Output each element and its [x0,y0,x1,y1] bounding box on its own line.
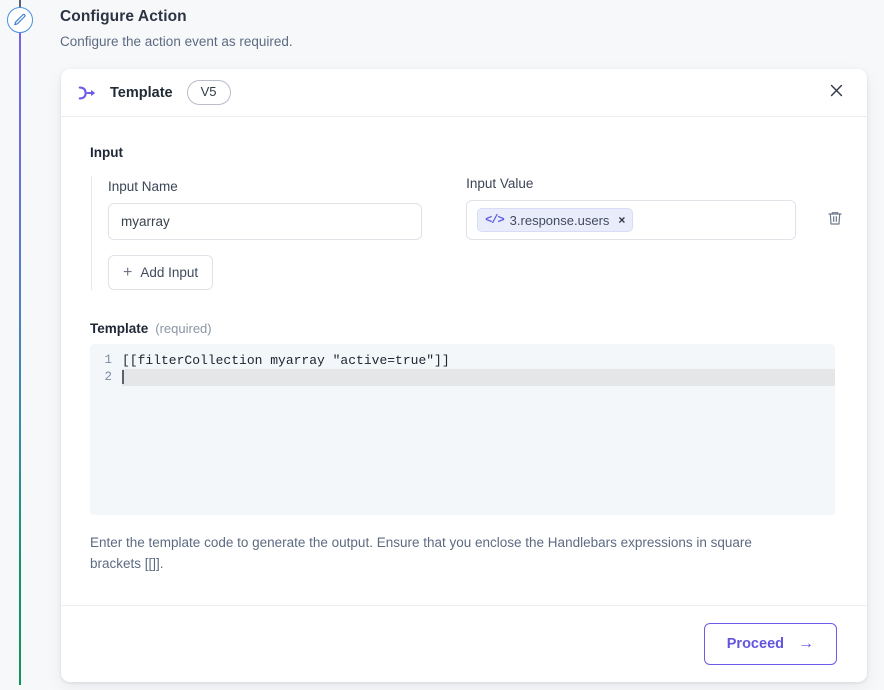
input-value-label: Input Value [466,176,534,191]
template-arrow-icon [76,82,98,104]
template-label-row: Template (required) [90,321,845,336]
input-row: Input Name myarray Input Value </> 3.res… [108,176,845,240]
page-title: Configure Action [60,8,187,25]
card-header: Template V5 [61,69,867,117]
template-helper-text: Enter the template code to generate the … [90,535,752,571]
input-name-field-group: Input Name myarray [108,179,423,240]
token-chip-label: 3.response.users [509,212,610,228]
text-caret [122,370,124,384]
line-number: 2 [90,369,122,386]
template-label: Template [90,321,149,336]
token-chip[interactable]: </> 3.response.users × [477,208,634,232]
page-heading: Configure Action Configure the action ev… [60,8,860,49]
input-name-value: myarray [121,214,170,229]
add-input-button[interactable]: + Add Input [108,255,214,290]
input-section-label: Input [90,145,123,160]
add-input-label: Add Input [140,265,199,280]
trash-icon [827,210,843,231]
edit-step-node[interactable] [7,7,33,33]
code-icon: </> [485,213,505,227]
arrow-right-icon: → [798,635,814,652]
input-name-label: Input Name [108,179,178,194]
rail-connector-line [19,30,21,685]
input-name-input[interactable]: myarray [108,203,423,240]
code-line: 2 [90,369,835,386]
template-required-hint: (required) [155,321,212,336]
input-value-input[interactable]: </> 3.response.users × [466,200,797,240]
close-button[interactable] [823,80,849,106]
template-section: Template (required) 1 [[filterCollection… [90,321,845,575]
input-group: Input Name myarray Input Value </> 3.res… [91,176,845,290]
line-number: 1 [90,352,122,369]
close-icon [828,82,845,104]
proceed-button[interactable]: Proceed → [703,623,837,665]
code-line-text [122,369,835,386]
configure-action-card: Template V5 Input Input Name myarray Inp… [61,69,867,682]
card-body: Input Input Name myarray Input Value </>… [61,117,867,575]
card-footer: Proceed → [61,605,867,682]
token-chip-remove-button[interactable]: × [618,214,625,226]
card-title: Template [110,84,173,101]
template-code-editor[interactable]: 1 [[filterCollection myarray "active=tru… [90,344,835,515]
code-line: 1 [[filterCollection myarray "active=tru… [90,352,835,369]
code-line-text: [[filterCollection myarray "active=true"… [122,353,450,368]
plus-icon: + [123,263,133,281]
proceed-label: Proceed [726,636,784,652]
pencil-icon [13,13,27,27]
version-badge: V5 [186,80,231,105]
input-value-field-group: Input Value </> 3.response.users × [466,176,797,240]
delete-input-button[interactable] [824,209,845,231]
page-subtitle: Configure the action event as required. [60,34,293,49]
workflow-rail [0,0,40,690]
